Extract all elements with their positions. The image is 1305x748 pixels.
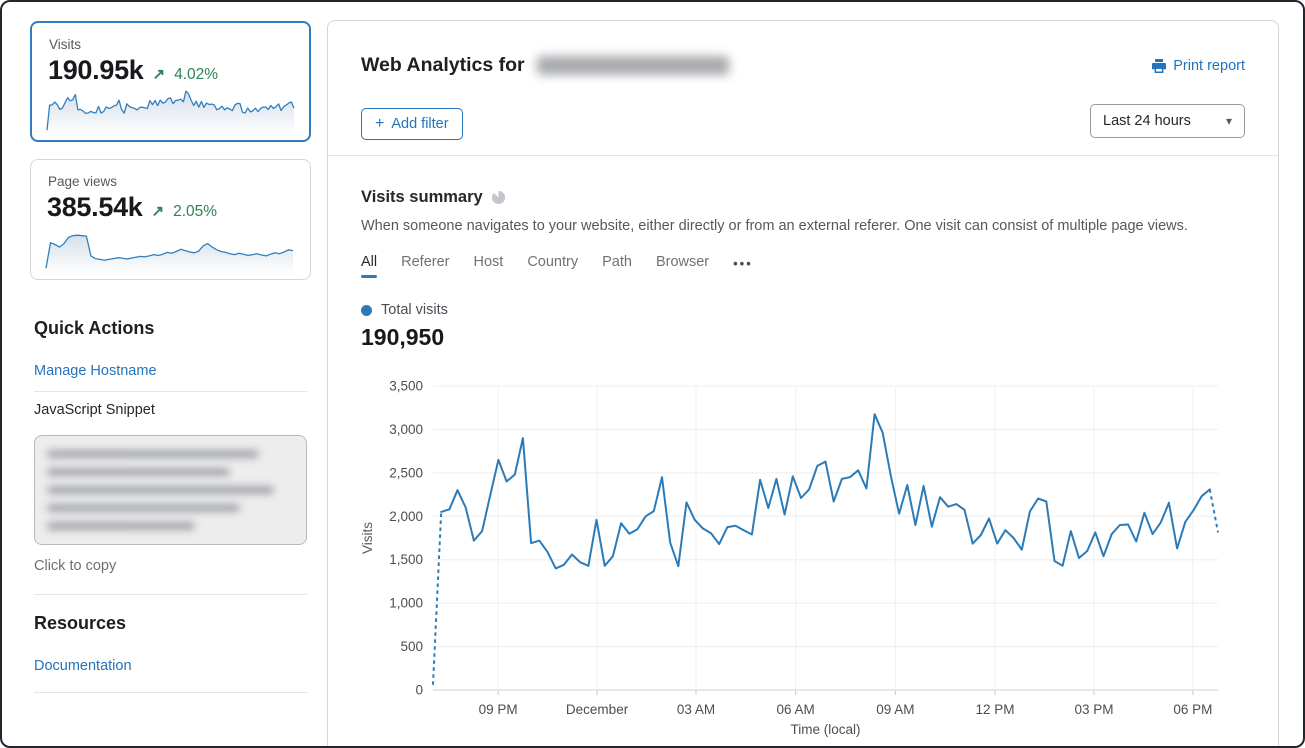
time-range-value: Last 24 hours (1103, 113, 1191, 129)
divider (328, 155, 1278, 156)
svg-text:09 PM: 09 PM (479, 702, 518, 717)
tab-browser[interactable]: Browser (656, 254, 709, 278)
tab-path[interactable]: Path (602, 254, 632, 278)
svg-text:2,500: 2,500 (389, 465, 423, 480)
visits-chart-container: 0 500 1,000 1,500 2,000 2,500 3,000 3,500 09 PM D… (356, 378, 1236, 745)
click-to-copy-hint: Click to copy (34, 558, 116, 574)
javascript-snippet-copy-box[interactable] (34, 435, 307, 545)
svg-text:03 PM: 03 PM (1074, 702, 1113, 717)
svg-text:06 AM: 06 AM (777, 702, 815, 717)
page-views-sparkline-chart (45, 218, 294, 274)
svg-text:12 PM: 12 PM (976, 702, 1015, 717)
svg-text:1,500: 1,500 (389, 552, 423, 567)
plus-icon: + (375, 116, 384, 132)
visits-card-label: Visits (49, 37, 81, 52)
visits-line-chart: 0 500 1,000 1,500 2,000 2,500 3,000 3,500 09 PM D… (356, 378, 1236, 740)
svg-text:3,000: 3,000 (389, 422, 423, 437)
svg-text:Visits: Visits (360, 522, 375, 554)
resources-heading: Resources (34, 613, 126, 634)
chart-legend: Total visits (361, 302, 448, 318)
documentation-link[interactable]: Documentation (34, 658, 132, 674)
quick-actions-heading: Quick Actions (34, 318, 154, 339)
visits-summary-title-text: Visits summary (361, 188, 483, 207)
snippet-blurred-line (47, 468, 230, 476)
svg-text:09 AM: 09 AM (876, 702, 914, 717)
snippet-blurred-line (47, 504, 240, 512)
snippet-blurred-line (47, 450, 259, 458)
total-visits-value: 190,950 (361, 324, 444, 351)
manage-hostname-link[interactable]: Manage Hostname (34, 363, 157, 379)
svg-text:03 AM: 03 AM (677, 702, 715, 717)
add-filter-button[interactable]: + Add filter (361, 108, 463, 140)
visits-metric-card[interactable]: Visits 190.95k ↗ 4.02% (30, 21, 311, 142)
svg-text:500: 500 (400, 639, 423, 654)
print-report-button[interactable]: Print report (1151, 58, 1245, 74)
svg-text:3,500: 3,500 (389, 379, 423, 394)
page-views-metric-card[interactable]: Page views 385.54k ↗ 2.05% (30, 159, 311, 280)
dimension-tabs: All Referer Host Country Path Browser ••… (361, 254, 753, 278)
visits-summary-heading: Visits summary (361, 188, 506, 207)
web-analytics-page: Visits 190.95k ↗ 4.02% Page views 385.54… (0, 0, 1305, 748)
page-title-text: Web Analytics for (361, 54, 525, 77)
visits-summary-description: When someone navigates to your website, … (361, 218, 1188, 234)
time-range-select[interactable]: Last 24 hours ▾ (1090, 104, 1245, 138)
analytics-main-panel: Web Analytics for Print report + Add fil… (327, 20, 1279, 748)
javascript-snippet-label: JavaScript Snippet (34, 402, 155, 418)
divider (34, 692, 307, 693)
site-domain-redacted (537, 56, 729, 75)
svg-text:December: December (566, 702, 629, 717)
svg-text:2,000: 2,000 (389, 509, 423, 524)
tab-referer[interactable]: Referer (401, 254, 449, 278)
total-visits-legend-dot-icon (361, 305, 372, 316)
svg-text:06 PM: 06 PM (1173, 702, 1212, 717)
print-report-label: Print report (1173, 58, 1245, 74)
total-visits-legend-label: Total visits (381, 302, 448, 318)
tab-country[interactable]: Country (527, 254, 578, 278)
tab-all[interactable]: All (361, 254, 377, 278)
pie-chart-icon (491, 190, 506, 205)
svg-text:0: 0 (415, 683, 423, 698)
page-views-card-label: Page views (48, 174, 117, 189)
chevron-down-icon: ▾ (1226, 114, 1232, 128)
snippet-blurred-line (47, 522, 195, 530)
add-filter-label: Add filter (391, 116, 448, 132)
svg-text:1,000: 1,000 (389, 596, 423, 611)
printer-icon (1151, 58, 1167, 74)
more-tabs-ellipsis-button[interactable]: ••• (733, 254, 753, 278)
page-title: Web Analytics for (361, 54, 729, 77)
snippet-blurred-line (47, 486, 274, 494)
divider (34, 391, 307, 392)
divider (34, 594, 307, 595)
visits-sparkline-chart (46, 79, 295, 135)
svg-text:Time (local): Time (local) (790, 722, 860, 737)
tab-host[interactable]: Host (473, 254, 503, 278)
